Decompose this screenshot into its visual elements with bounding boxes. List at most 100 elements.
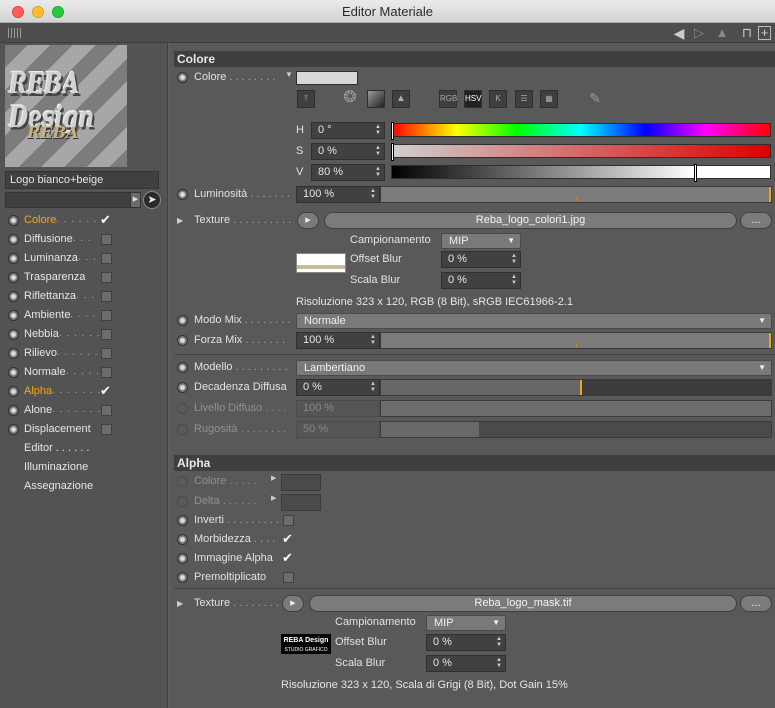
channel-riflettanza[interactable]: Riflettanza . . . (0, 287, 168, 306)
channel-alpha[interactable]: Alpha . . . . . . . ✔ (0, 382, 168, 401)
texture-menu-button[interactable]: ▶ (297, 212, 319, 229)
swatches-icon[interactable]: ▦ (540, 90, 558, 108)
hue-marker[interactable] (391, 122, 394, 140)
eyedropper-icon[interactable]: ⤒ (297, 90, 315, 108)
offset-field[interactable]: 0 % ▲ ▼ (441, 251, 521, 268)
decad-slider[interactable] (380, 379, 772, 396)
scala-field[interactable]: 0 % ▲ ▼ (441, 272, 521, 289)
decad-handle[interactable] (579, 380, 582, 395)
saturation-marker[interactable] (391, 143, 394, 161)
channel-ambiente[interactable]: Ambiente . . . . (0, 306, 168, 325)
forza-field[interactable]: 100 % ▲ ▼ (296, 332, 380, 349)
anim-radio[interactable] (177, 382, 188, 393)
spinner-icon[interactable]: ▲ ▼ (370, 381, 376, 393)
channel-radio[interactable] (8, 386, 19, 397)
texture-file-button[interactable]: Reba_logo_colori1.jpg (324, 212, 737, 229)
forza-slider[interactable] (380, 332, 772, 349)
alpha-camp-dropdown[interactable]: MIP ▼ (426, 615, 506, 631)
channel-radio[interactable] (8, 291, 19, 302)
close-window-button[interactable] (12, 6, 24, 18)
decad-field[interactable]: 0 % ▲ ▼ (296, 379, 380, 396)
expand-triangle-icon[interactable]: ▶ (177, 216, 183, 225)
channel-radio[interactable] (8, 367, 19, 378)
material-name-field[interactable]: Logo bianco+beige (5, 171, 159, 189)
channel-radio[interactable] (8, 348, 19, 359)
channel-luminanza[interactable]: Luminanza . . . (0, 249, 168, 268)
spinner-icon[interactable]: ▲ ▼ (370, 188, 376, 200)
h-field[interactable]: 0 ° ▲ ▼ (311, 122, 385, 139)
checkmark-icon[interactable]: ✔ (100, 383, 111, 399)
channel-nebbia[interactable]: Nebbia . . . . . . (0, 325, 168, 344)
channel-normale[interactable]: Normale . . . . . (0, 363, 168, 382)
anim-radio[interactable] (177, 534, 188, 545)
channel-checkbox[interactable] (101, 367, 112, 378)
channel-checkbox[interactable] (101, 329, 112, 340)
s-field[interactable]: 0 % ▲ ▼ (311, 143, 385, 160)
lum-slider[interactable] (380, 186, 772, 203)
anim-radio[interactable] (177, 515, 188, 526)
material-preview[interactable]: REBA Design REBA (5, 45, 127, 167)
channel-illuminazione[interactable]: Illuminazione (24, 461, 88, 473)
modello-dropdown[interactable]: Lambertiano ▼ (296, 360, 772, 376)
spinner-icon[interactable]: ▲ ▼ (511, 253, 517, 265)
grip-icon[interactable] (8, 28, 22, 38)
channel-radio[interactable] (8, 424, 19, 435)
picker-icon[interactable]: ✎ (586, 90, 604, 108)
color-wheel-icon[interactable]: ❂ (341, 90, 359, 108)
v-field[interactable]: 80 % ▲ ▼ (311, 164, 385, 181)
immagine-alpha-checkbox[interactable]: ✔ (282, 550, 293, 566)
channel-trasparenza[interactable]: Trasparenza (0, 268, 168, 287)
picture-icon[interactable]: ▲ (392, 90, 410, 108)
channel-diffusione[interactable]: Diffusione . . . (0, 230, 168, 249)
zoom-window-button[interactable] (52, 6, 64, 18)
spinner-icon[interactable]: ▲ ▼ (496, 636, 502, 648)
channel-checkbox[interactable] (101, 291, 112, 302)
anim-radio[interactable] (177, 189, 188, 200)
sliders-icon[interactable]: ☰ (515, 90, 533, 108)
spinner-icon[interactable]: ▲ ▼ (496, 657, 502, 669)
alpha-scala-field[interactable]: 0 % ▲ ▼ (426, 655, 506, 672)
minimize-window-button[interactable] (32, 6, 44, 18)
checkmark-icon[interactable]: ✔ (100, 212, 111, 228)
channel-checkbox[interactable] (101, 234, 112, 245)
lock-icon[interactable]: ⊓ (740, 25, 754, 41)
channel-rilievo[interactable]: Rilievo . . . . . . (0, 344, 168, 363)
pin-icon[interactable]: ▲ (714, 25, 730, 41)
channel-editor[interactable]: Editor . . . . . . (24, 442, 89, 454)
alpha-texture-menu-button[interactable]: ▶ (282, 595, 304, 612)
spectrum-icon[interactable] (367, 90, 385, 108)
anim-radio[interactable] (177, 335, 188, 346)
saturation-gradient[interactable] (391, 143, 771, 161)
channel-radio[interactable] (8, 310, 19, 321)
channel-radio[interactable] (8, 215, 19, 226)
expand-triangle-icon[interactable]: ▶ (177, 599, 183, 608)
plus-icon[interactable]: + (758, 26, 771, 40)
layer-field[interactable] (5, 192, 131, 208)
texture-browse-button[interactable]: ... (740, 212, 772, 229)
channel-radio[interactable] (8, 329, 19, 340)
hue-gradient[interactable] (391, 122, 771, 140)
anim-radio[interactable] (177, 72, 188, 83)
color-swatch[interactable] (296, 71, 358, 85)
channel-displacement[interactable]: Displacement (0, 420, 168, 439)
camp-dropdown[interactable]: MIP ▼ (441, 233, 521, 249)
channel-radio[interactable] (8, 272, 19, 283)
channel-checkbox[interactable] (101, 405, 112, 416)
value-gradient[interactable] (391, 164, 771, 182)
triangle-down-icon[interactable]: ▼ (285, 70, 293, 79)
premoltiplicato-checkbox[interactable] (283, 572, 294, 583)
value-marker[interactable] (694, 164, 698, 182)
anim-radio[interactable] (177, 553, 188, 564)
arrow-left-icon[interactable]: ◀ (670, 25, 688, 41)
spinner-icon[interactable]: ▲ ▼ (511, 274, 517, 286)
anim-radio[interactable] (177, 572, 188, 583)
layer-dropdown-button[interactable]: ▶ (130, 192, 141, 208)
modo-dropdown[interactable]: Normale ▼ (296, 313, 772, 329)
channel-assegnazione[interactable]: Assegnazione (24, 480, 93, 492)
rgb-icon[interactable]: RGB (439, 90, 457, 108)
channel-radio[interactable] (8, 234, 19, 245)
channel-checkbox[interactable] (101, 424, 112, 435)
channel-checkbox[interactable] (101, 348, 112, 359)
spinner-icon[interactable]: ▲ ▼ (370, 334, 376, 346)
channel-radio[interactable] (8, 405, 19, 416)
